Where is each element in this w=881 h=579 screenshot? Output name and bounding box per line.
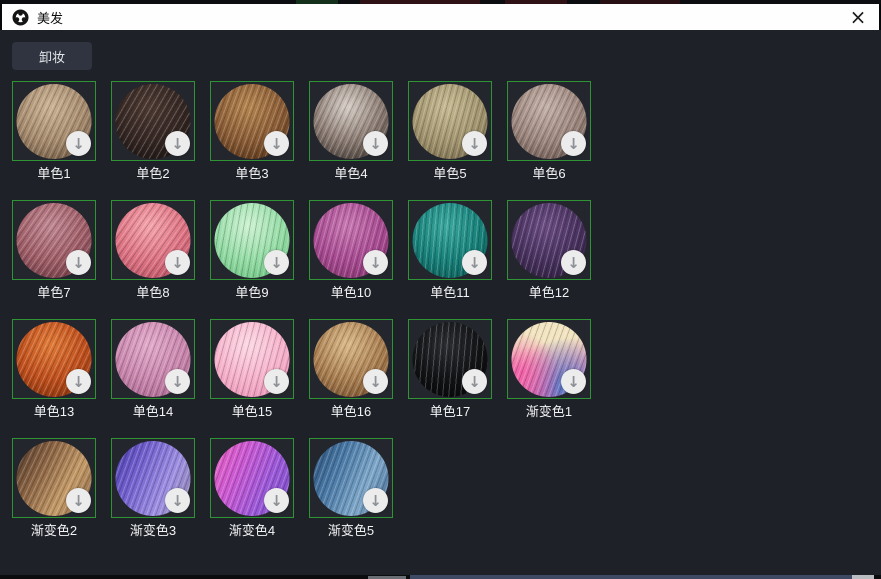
download-icon[interactable]: ↓ [363, 369, 388, 394]
hair-style-cell: ↓ 渐变色3 [111, 438, 195, 538]
hair-style-tile[interactable]: ↓ [309, 200, 393, 280]
hair-style-tile[interactable]: ↓ [507, 200, 591, 280]
download-icon[interactable]: ↓ [363, 131, 388, 156]
swatch-label: 单色8 [111, 285, 195, 300]
swatch-label: 单色13 [12, 404, 96, 419]
hair-style-tile[interactable]: ↓ [210, 438, 294, 518]
download-icon[interactable]: ↓ [462, 369, 487, 394]
hair-style-cell: ↓ 单色3 [210, 81, 294, 181]
swatch-label: 渐变色1 [507, 404, 591, 419]
hair-style-cell: ↓ 单色16 [309, 319, 393, 419]
swatch-label: 渐变色5 [309, 523, 393, 538]
hair-style-tile[interactable]: ↓ [12, 438, 96, 518]
download-icon[interactable]: ↓ [66, 488, 91, 513]
hair-style-cell: ↓ 单色13 [12, 319, 96, 419]
swatch-grid: ↓ 单色1 ↓ 单色2 ↓ 单色3 ↓ 单色4 ↓ 单色5 [12, 81, 591, 538]
download-icon[interactable]: ↓ [66, 250, 91, 275]
swatch-label: 单色15 [210, 404, 294, 419]
swatch-label: 单色4 [309, 166, 393, 181]
hair-style-cell: ↓ 单色2 [111, 81, 195, 181]
swatch-label: 单色1 [12, 166, 96, 181]
download-icon[interactable]: ↓ [363, 250, 388, 275]
download-icon[interactable]: ↓ [66, 131, 91, 156]
bottom-block-gray [852, 575, 874, 579]
hair-style-cell: ↓ 单色14 [111, 319, 195, 419]
download-icon[interactable]: ↓ [561, 131, 586, 156]
hair-style-cell: ↓ 单色10 [309, 200, 393, 300]
download-icon[interactable]: ↓ [363, 488, 388, 513]
close-button[interactable]: × [847, 6, 869, 28]
hair-style-tile[interactable]: ↓ [111, 438, 195, 518]
download-icon[interactable]: ↓ [264, 250, 289, 275]
download-icon[interactable]: ↓ [561, 250, 586, 275]
window-title: 美发 [37, 8, 63, 27]
hair-style-tile[interactable]: ↓ [408, 319, 492, 399]
hair-style-tile[interactable]: ↓ [210, 81, 294, 161]
hair-style-cell: ↓ 单色5 [408, 81, 492, 181]
download-icon[interactable]: ↓ [462, 250, 487, 275]
download-icon[interactable]: ↓ [165, 488, 190, 513]
hair-style-tile[interactable]: ↓ [210, 319, 294, 399]
dialog-window: 美发 × 卸妆 ↓ 单色1 ↓ 单色2 ↓ 单色3 ↓ 单色4 [0, 0, 881, 579]
swatch-label: 单色9 [210, 285, 294, 300]
hair-style-cell: ↓ 单色8 [111, 200, 195, 300]
hair-style-cell: ↓ 渐变色5 [309, 438, 393, 538]
swatch-label: 渐变色4 [210, 523, 294, 538]
hair-style-tile[interactable]: ↓ [12, 81, 96, 161]
download-icon[interactable]: ↓ [165, 369, 190, 394]
hair-style-tile[interactable]: ↓ [12, 319, 96, 399]
bottom-bar-slate [410, 575, 872, 579]
swatch-label: 渐变色2 [12, 523, 96, 538]
dialog-body: 卸妆 ↓ 单色1 ↓ 单色2 ↓ 单色3 ↓ 单色4 ↓ [0, 30, 881, 575]
download-icon[interactable]: ↓ [66, 369, 91, 394]
hair-style-cell: ↓ 单色9 [210, 200, 294, 300]
swatch-label: 单色17 [408, 404, 492, 419]
swatch-label: 单色16 [309, 404, 393, 419]
hair-style-cell: ↓ 渐变色4 [210, 438, 294, 538]
hair-style-cell: ↓ 渐变色2 [12, 438, 96, 538]
download-icon[interactable]: ↓ [165, 131, 190, 156]
swatch-label: 单色5 [408, 166, 492, 181]
swatch-label: 单色14 [111, 404, 195, 419]
hair-style-tile[interactable]: ↓ [12, 200, 96, 280]
swatch-label: 单色2 [111, 166, 195, 181]
hair-style-tile[interactable]: ↓ [408, 200, 492, 280]
swatch-label: 单色11 [408, 285, 492, 300]
download-icon[interactable]: ↓ [264, 369, 289, 394]
hair-style-tile[interactable]: ↓ [111, 81, 195, 161]
hair-style-cell: ↓ 渐变色1 [507, 319, 591, 419]
download-icon[interactable]: ↓ [561, 369, 586, 394]
swatch-label: 单色10 [309, 285, 393, 300]
hair-style-tile[interactable]: ↓ [507, 81, 591, 161]
download-icon[interactable]: ↓ [264, 488, 289, 513]
hair-style-cell: ↓ 单色1 [12, 81, 96, 181]
background-app-bottom-sliver [0, 575, 881, 579]
swatch-label: 单色3 [210, 166, 294, 181]
hair-style-cell: ↓ 单色11 [408, 200, 492, 300]
hair-style-cell: ↓ 单色6 [507, 81, 591, 181]
remove-makeup-button[interactable]: 卸妆 [12, 42, 92, 70]
hair-style-cell: ↓ 单色12 [507, 200, 591, 300]
obs-logo-icon [12, 9, 29, 26]
swatch-label: 单色6 [507, 166, 591, 181]
hair-style-tile[interactable]: ↓ [507, 319, 591, 399]
download-icon[interactable]: ↓ [462, 131, 487, 156]
hair-style-cell: ↓ 单色17 [408, 319, 492, 419]
hair-style-cell: ↓ 单色7 [12, 200, 96, 300]
titlebar: 美发 × [2, 4, 879, 30]
hair-style-tile[interactable]: ↓ [309, 319, 393, 399]
hair-style-tile[interactable]: ↓ [111, 200, 195, 280]
hair-style-tile[interactable]: ↓ [111, 319, 195, 399]
hair-style-tile[interactable]: ↓ [408, 81, 492, 161]
swatch-label: 渐变色3 [111, 523, 195, 538]
download-icon[interactable]: ↓ [264, 131, 289, 156]
hair-style-tile[interactable]: ↓ [309, 81, 393, 161]
swatch-label: 单色12 [507, 285, 591, 300]
hair-style-tile[interactable]: ↓ [210, 200, 294, 280]
hair-style-cell: ↓ 单色4 [309, 81, 393, 181]
hair-style-cell: ↓ 单色15 [210, 319, 294, 419]
swatch-label: 单色7 [12, 285, 96, 300]
download-icon[interactable]: ↓ [165, 250, 190, 275]
hair-style-tile[interactable]: ↓ [309, 438, 393, 518]
